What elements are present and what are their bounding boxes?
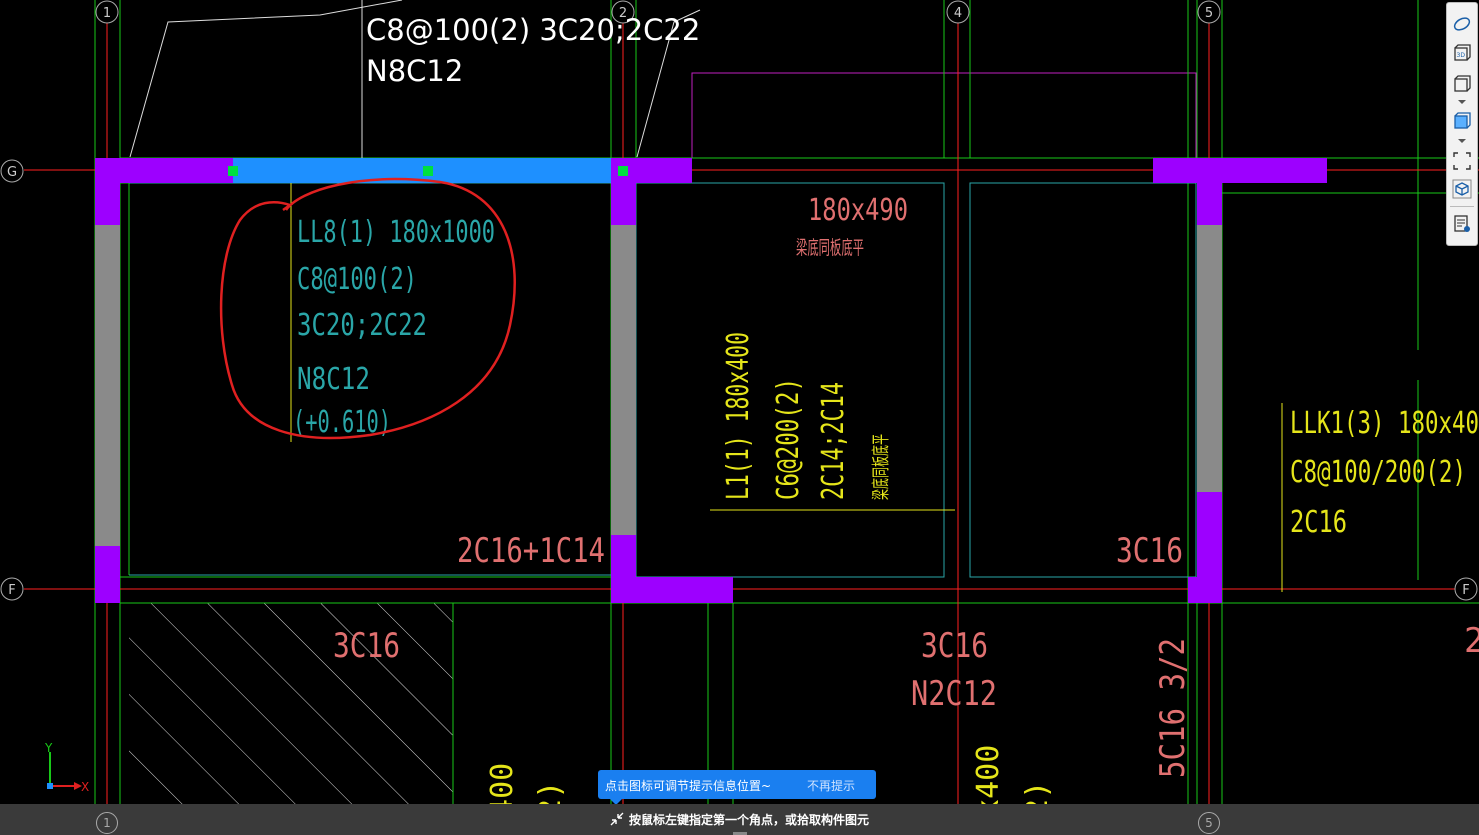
grip-right[interactable] xyxy=(618,166,628,176)
l1-line-1: L1(1) 180x400 xyxy=(721,332,756,500)
rebar-n2c12: N2C12 xyxy=(911,674,997,714)
rebar-3c16-hatched: 3C16 xyxy=(333,626,400,666)
box-filled-icon[interactable] xyxy=(1451,110,1473,132)
axis-bubble-5-bottom: 5 xyxy=(1198,812,1220,834)
status-bar: 1 5 按鼠标左键指定第一个角点，或拾取构件图元 xyxy=(0,804,1479,835)
chevron-down-icon[interactable] xyxy=(1458,100,1466,104)
grip-mid[interactable] xyxy=(423,166,433,176)
view-toolbar: 3D xyxy=(1446,2,1478,246)
rebar-5c16: 5C16 3/2 xyxy=(1153,638,1193,778)
axis-label: F xyxy=(8,583,15,598)
cyan-room-outlines xyxy=(129,182,1197,578)
axis-label: 5 xyxy=(1205,816,1213,830)
chevron-down-icon[interactable] xyxy=(1458,139,1466,143)
ll8-line-3: 3C20;2C22 xyxy=(297,308,427,343)
l1-label-block: L1(1) 180x400 C6@200(2) 2C14;2C14 梁底同板底平 xyxy=(721,332,892,500)
llk1-line-2: C8@100/200(2) xyxy=(1290,455,1466,490)
tip-dismiss-link[interactable]: 不再提示 xyxy=(807,777,855,794)
rebar-2c16-1c14: 2C16+1C14 xyxy=(457,531,605,571)
ll8-line-2: C8@100(2) xyxy=(297,262,417,297)
columns xyxy=(95,225,1222,546)
beam-label-top-line1: C8@100(2) 3C20;2C22 xyxy=(366,13,700,47)
command-prompt: 按鼠标左键指定第一个角点，或拾取构件图元 xyxy=(629,813,870,827)
ll8-label-block: LL8(1) 180x1000 C8@100(2) 3C20;2C22 N8C1… xyxy=(293,215,495,440)
axis-label: 1 xyxy=(103,816,111,830)
hatched-region xyxy=(129,603,453,804)
beam-label-top-line2: N8C12 xyxy=(366,54,463,88)
view-3d-label: 3D xyxy=(1457,52,1466,59)
l1-note: 梁底同板底平 xyxy=(871,434,892,500)
l1-line-3: 2C14;2C14 xyxy=(816,382,851,500)
rebar-3c16-right: 3C16 xyxy=(1116,531,1183,571)
ucs-y-label: Y xyxy=(44,741,53,755)
rebar-partial-right: 2 xyxy=(1464,621,1479,661)
dim-180x490: 180x490 xyxy=(808,193,908,228)
axis-label: G xyxy=(7,165,17,180)
l1-line-2: C6@200(2) xyxy=(771,378,806,500)
tip-bubble: 点击图标可调节提示信息位置~ 不再提示 xyxy=(598,770,876,805)
rebar-3c16-mid: 3C16 xyxy=(921,626,988,666)
axis-label: F xyxy=(1462,583,1469,598)
llk1-line-1: LLK1(3) 180x40 xyxy=(1290,406,1479,441)
axis-label: 4 xyxy=(954,6,962,21)
ucs-icon: Y X xyxy=(44,741,89,794)
cube-icon[interactable] xyxy=(1451,178,1473,200)
tip-message[interactable]: 点击图标可调节提示信息位置~ xyxy=(605,777,771,794)
axis-bubble-1-bottom: 1 xyxy=(96,812,118,834)
ll8-line-1: LL8(1) 180x1000 xyxy=(297,215,495,250)
axis-bubble-g: G xyxy=(0,159,24,183)
cad-drawing-canvas[interactable]: 1 2 4 5 G F F C8@100(2) 3C20;2C22 N8C12 … xyxy=(0,0,1479,835)
axis-bubble-f: F xyxy=(0,577,24,601)
axis-label: 1 xyxy=(103,6,111,21)
ellipse-icon[interactable] xyxy=(1451,13,1473,35)
collapse-arrows-icon[interactable] xyxy=(609,811,625,827)
properties-icon[interactable] xyxy=(1451,213,1473,235)
grip-left[interactable] xyxy=(228,166,238,176)
llk1-line-3: 2C16 xyxy=(1290,505,1347,540)
toolbar-divider xyxy=(1450,206,1474,207)
ll8-line-4: N8C12 xyxy=(297,362,370,397)
ucs-x-label: X xyxy=(81,780,89,794)
fit-view-icon[interactable] xyxy=(1451,150,1473,172)
note-beam-bottom-flush: 梁底同板底平 xyxy=(796,237,864,259)
axis-label: 5 xyxy=(1205,6,1213,21)
axis-bubble-1-top: 1 xyxy=(95,0,119,24)
box-icon[interactable] xyxy=(1451,73,1473,95)
axis-bubble-5-top: 5 xyxy=(1197,0,1221,24)
llk1-label-block: LLK1(3) 180x40 C8@100/200(2) 2C16 xyxy=(1290,406,1479,540)
axis-bubble-f-right: F xyxy=(1454,577,1478,601)
axis-bubble-4-top: 4 xyxy=(946,0,970,24)
view-3d-icon[interactable]: 3D xyxy=(1451,43,1473,65)
